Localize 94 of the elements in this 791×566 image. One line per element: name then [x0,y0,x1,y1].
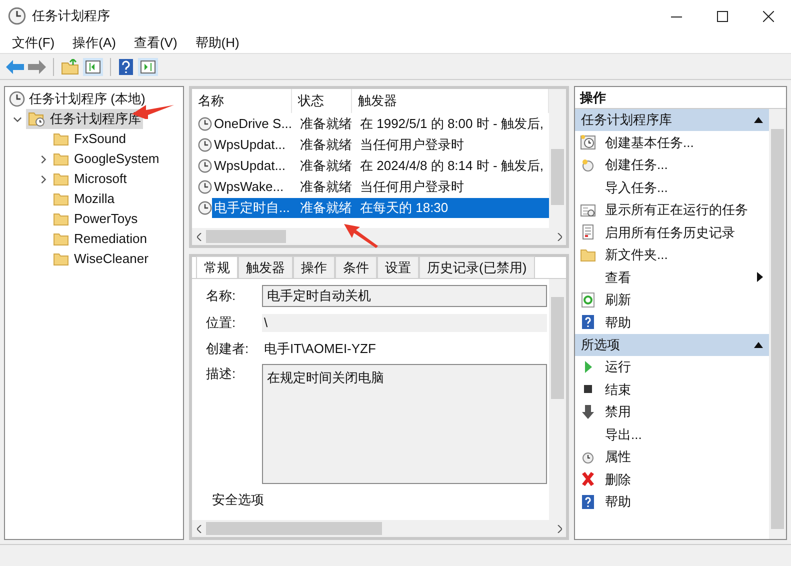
arrow-annotation [344,224,378,248]
collapse-icon[interactable] [754,342,763,348]
delete-icon [580,471,596,488]
tree-item[interactable]: PowerToys [74,209,138,229]
submenu-arrow-icon [757,272,763,282]
menu-item[interactable]: 文件(F) [4,32,63,52]
tree-item[interactable]: GoogleSystem [74,149,160,169]
scroll-left-icon[interactable] [196,232,202,240]
tab[interactable]: 常规 [196,256,238,278]
author-value: 电手IT\AOMEI-YZF [263,340,376,358]
window-title: 任务计划程序 [32,7,110,26]
folder-icon [53,232,69,246]
chevron-down-icon[interactable] [13,114,22,124]
task-row[interactable]: OneDrive S... 准备就绪 在 1992/5/1 的 8:00 时 - 触发后, [212,114,549,134]
menu-item[interactable]: 操作(A) [64,32,124,52]
vertical-scrollbar[interactable] [769,109,786,539]
action-item[interactable]: 显示所有正在运行的任务 [605,200,748,220]
folder-icon [53,212,69,226]
folder-up-icon[interactable] [61,58,79,74]
tree-item[interactable]: 任务计划程序 (本地) [29,89,146,109]
down-arrow-icon [580,404,596,420]
field-label: 描述: [206,365,237,383]
tree-item[interactable]: FxSound [74,129,126,149]
action-item[interactable]: 查看 [605,268,631,287]
tab[interactable]: 设置 [377,256,419,278]
folder-icon [53,192,69,206]
help-icon [580,314,596,330]
chevron-right-icon[interactable] [39,174,48,184]
close-icon[interactable] [762,10,774,22]
collapse-icon[interactable] [754,117,763,123]
tree-item[interactable]: Microsoft [74,169,127,189]
horizontal-scrollbar[interactable] [192,520,566,537]
action-item[interactable]: 帮助 [605,492,631,512]
action-item[interactable]: 创建基本任务... [605,132,694,152]
folder-icon [53,172,69,186]
horizontal-scrollbar[interactable] [192,228,566,245]
vertical-scrollbar[interactable] [549,279,566,520]
menu-item[interactable]: 查看(V) [126,32,186,52]
tab[interactable]: 历史记录(已禁用) [419,256,535,278]
scroll-left-icon[interactable] [196,524,202,532]
field-label: 创建者: [206,340,250,358]
column-header[interactable]: 状态 [292,89,352,113]
tree-item[interactable]: WiseCleaner [74,249,148,269]
task-row[interactable]: WpsUpdat... 准备就绪 在 2024/4/8 的 8:14 时 - 触发后, [212,156,549,176]
refresh-icon [580,292,596,308]
section-header[interactable]: 所选项 [575,334,769,356]
back-arrow-icon[interactable] [6,60,24,74]
menu-item[interactable]: 帮助(H) [187,32,248,52]
task-row[interactable]: 电手定时自... 准备就绪 在每天的 18:30 [212,198,549,218]
action-item[interactable]: 结束 [605,380,631,399]
folder-icon [53,152,69,166]
task-row[interactable]: WpsWake... 准备就绪 当任何用户登录时 [212,176,549,196]
folder-clock-icon [28,111,46,127]
action-item[interactable]: 刷新 [605,290,631,310]
action-item[interactable]: 删除 [605,470,631,489]
vertical-scrollbar[interactable] [549,89,566,228]
maximize-icon[interactable] [716,10,728,22]
tab[interactable]: 条件 [335,256,377,278]
chevron-right-icon[interactable] [39,154,48,164]
task-row[interactable]: WpsUpdat... 准备就绪 当任何用户登录时 [212,134,549,154]
folder-icon [53,252,69,266]
scroll-right-icon[interactable] [556,232,562,240]
notepad-icon [580,224,596,240]
folder-icon [53,132,69,146]
tree-item[interactable]: Remediation [74,229,147,249]
pane-toggle-icon[interactable] [83,58,103,76]
name-field[interactable]: 电手定时自动关机 [262,285,547,307]
tree-item[interactable]: Mozilla [74,189,114,209]
action-item[interactable]: 启用所有任务历史记录 [605,222,735,242]
forward-arrow-icon[interactable] [28,60,46,74]
section-header[interactable]: 任务计划程序库 [575,109,769,131]
pane-toggle-icon[interactable] [138,58,158,76]
tab[interactable]: 操作 [293,256,335,278]
calendar-icon [580,202,596,218]
action-item[interactable]: 帮助 [605,312,631,332]
field-label: 位置: [206,314,237,332]
action-item[interactable]: 新文件夹... [605,245,668,264]
action-item[interactable]: 导出... [605,424,642,444]
action-item[interactable]: 导入任务... [605,178,668,197]
field-label: 名称: [206,287,237,306]
action-item[interactable]: 属性 [605,447,631,466]
location-field: \ [262,314,547,332]
tab[interactable]: 触发器 [238,256,293,278]
folder-icon [580,246,596,263]
description-field[interactable]: 在规定时间关闭电脑 [262,364,547,484]
help-icon[interactable] [118,58,134,76]
scroll-right-icon[interactable] [556,524,562,532]
action-item[interactable]: 禁用 [605,402,631,422]
action-item[interactable]: 创建任务... [605,155,668,174]
action-item[interactable]: 运行 [605,357,631,376]
help-icon [580,494,596,510]
app-clock-icon [8,7,26,25]
column-header[interactable]: 名称 [192,89,292,113]
section-heading: 安全选项 [211,491,265,509]
